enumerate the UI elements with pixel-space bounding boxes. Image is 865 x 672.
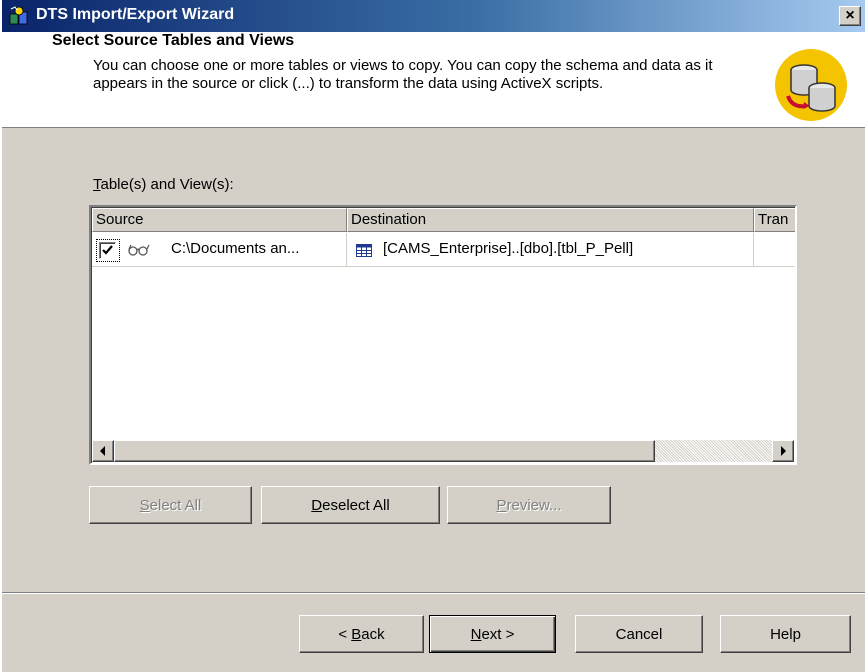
footer-separator: [2, 592, 865, 594]
tables-views-label: Table(s) and View(s):: [93, 176, 234, 193]
glasses-view-icon: [128, 244, 150, 256]
back-button[interactable]: < Back: [299, 615, 424, 653]
tables-listview[interactable]: Source Destination Tran C:\Documents an.…: [89, 205, 797, 465]
destination-name: [CAMS_Enterprise]..[dbo].[tbl_P_Pell]: [383, 240, 634, 257]
wizard-window: DTS Import/Export Wizard × Select Source…: [0, 0, 865, 672]
close-button[interactable]: ×: [839, 6, 861, 26]
help-button[interactable]: Help: [720, 615, 851, 653]
next-button[interactable]: Next >: [429, 615, 556, 653]
page-title: Select Source Tables and Views: [52, 32, 295, 49]
destination-cell[interactable]: [CAMS_Enterprise]..[dbo].[tbl_P_Pell]: [347, 233, 754, 267]
table-grid-icon: [356, 244, 372, 257]
title-bar[interactable]: DTS Import/Export Wizard ×: [2, 0, 865, 32]
arrow-right-icon: [781, 446, 786, 456]
scroll-right-button[interactable]: [772, 440, 794, 462]
page-description: You can choose one or more tables or vie…: [93, 57, 713, 92]
scroll-thumb[interactable]: [114, 440, 655, 462]
preview-button[interactable]: Preview...: [447, 486, 611, 524]
database-transform-icon: [775, 49, 847, 121]
column-header-destination[interactable]: Destination: [347, 208, 754, 232]
source-cell[interactable]: C:\Documents an...: [92, 233, 347, 267]
row-checkbox[interactable]: [99, 242, 116, 259]
window-title: DTS Import/Export Wizard: [36, 6, 235, 23]
deselect-all-button[interactable]: Deselect All: [261, 486, 440, 524]
table-row[interactable]: C:\Documents an... [CAMS_Enterprise]..[d…: [92, 233, 795, 267]
horizontal-scrollbar[interactable]: [92, 440, 794, 462]
arrow-left-icon: [100, 446, 105, 456]
column-header-source[interactable]: Source: [92, 208, 347, 232]
cancel-button[interactable]: Cancel: [575, 615, 703, 653]
transform-cell[interactable]: [754, 233, 795, 267]
column-header-transform[interactable]: Tran: [754, 208, 795, 232]
dts-app-icon: [9, 6, 28, 25]
close-icon: ×: [845, 7, 855, 24]
scroll-track[interactable]: [655, 440, 772, 462]
scroll-left-button[interactable]: [92, 440, 114, 462]
select-all-button[interactable]: Select All: [89, 486, 252, 524]
source-name: C:\Documents an...: [171, 240, 300, 257]
checkmark-icon: [102, 245, 113, 255]
